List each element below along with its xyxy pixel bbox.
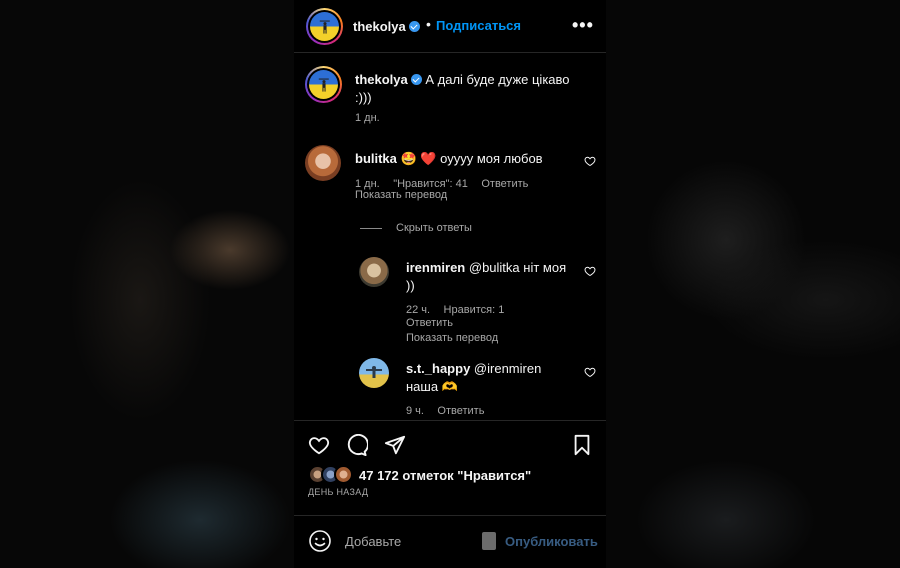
verified-icon <box>410 74 422 85</box>
reply-likes[interactable]: Нравится: 1 <box>444 304 505 316</box>
comment-emoji: 🤩 ❤️ <box>400 151 437 166</box>
author-avatar[interactable] <box>306 8 343 45</box>
header-username-text[interactable]: thekolya <box>353 19 406 34</box>
reply-avatar[interactable] <box>359 257 389 287</box>
avatar-figure-icon <box>319 20 330 34</box>
verified-icon <box>408 21 420 32</box>
post-header: thekolya • Подписаться ••• <box>294 0 606 53</box>
reply-body: s.t._happy @irenmiren наша 🫶 <box>406 360 576 396</box>
publish-button[interactable]: Опубликовать <box>505 534 598 549</box>
heart-icon[interactable] <box>307 434 331 456</box>
reply-show-translation-button[interactable]: Показать перевод <box>406 332 498 344</box>
reply-body: irenmiren @bulitka ніт моя )) <box>406 259 576 295</box>
reply-like-heart-icon[interactable] <box>584 265 596 277</box>
show-translation-button[interactable]: Показать перевод <box>355 189 447 201</box>
reply-avatar[interactable] <box>359 358 389 388</box>
reply-like-heart-icon[interactable] <box>584 366 596 378</box>
header-separator: • <box>426 16 431 32</box>
likers-avatars[interactable] <box>308 465 358 485</box>
caption-time[interactable]: 1 дн. <box>355 112 380 124</box>
bookmark-icon[interactable] <box>572 434 592 456</box>
send-icon[interactable] <box>384 434 406 456</box>
add-comment-input[interactable] <box>345 534 475 549</box>
likes-count[interactable]: 47 172 отметок "Нравится" <box>359 468 531 483</box>
comment-username[interactable]: bulitka <box>355 151 397 166</box>
caption-username[interactable]: thekolya <box>355 72 408 87</box>
avatar-person-icon <box>366 366 382 378</box>
comments-divider <box>294 420 606 421</box>
avatar-figure-icon <box>318 78 329 92</box>
reply-username[interactable]: s.t._happy <box>406 361 470 376</box>
comment-text: оуууу моя любов <box>440 151 543 166</box>
post-caption: thekolya А далі буде дуже цікаво :))) <box>355 71 585 107</box>
hide-replies-button[interactable]: Скрыть ответы <box>396 222 472 234</box>
comment-body: bulitka 🤩 ❤️ оуууу моя любов <box>355 150 575 168</box>
gif-icon[interactable] <box>482 532 496 550</box>
follow-button[interactable]: Подписаться <box>436 18 521 33</box>
comment-reply-button[interactable]: Ответить <box>481 178 528 190</box>
post-timestamp[interactable]: ДЕНЬ НАЗАД <box>308 487 368 497</box>
post-panel: thekolya • Подписаться ••• thekolya А да… <box>294 0 606 568</box>
comment-like-heart-icon[interactable] <box>584 155 596 167</box>
reply-meta: 9 ч. Ответить <box>406 401 484 419</box>
comment-avatar[interactable] <box>305 145 341 181</box>
hide-replies-divider <box>360 228 382 229</box>
comment-composer: Опубликовать <box>294 515 606 568</box>
emoji-icon[interactable] <box>308 529 332 553</box>
more-options-icon[interactable]: ••• <box>572 15 594 36</box>
reply-time[interactable]: 22 ч. <box>406 304 430 316</box>
blurred-background-left <box>0 0 294 568</box>
reply-username[interactable]: irenmiren <box>406 260 465 275</box>
reply-reply-button[interactable]: Ответить <box>406 317 453 329</box>
reply-reply-button[interactable]: Ответить <box>437 405 484 417</box>
header-username[interactable]: thekolya <box>353 18 420 36</box>
reply-time[interactable]: 9 ч. <box>406 405 424 417</box>
caption-author-avatar[interactable] <box>305 66 342 103</box>
reply-meta: 22 ч. Нравится: 1 <box>406 300 504 318</box>
blurred-background-right <box>606 0 900 568</box>
liker-avatar <box>334 465 353 484</box>
comment-icon[interactable] <box>345 434 368 457</box>
